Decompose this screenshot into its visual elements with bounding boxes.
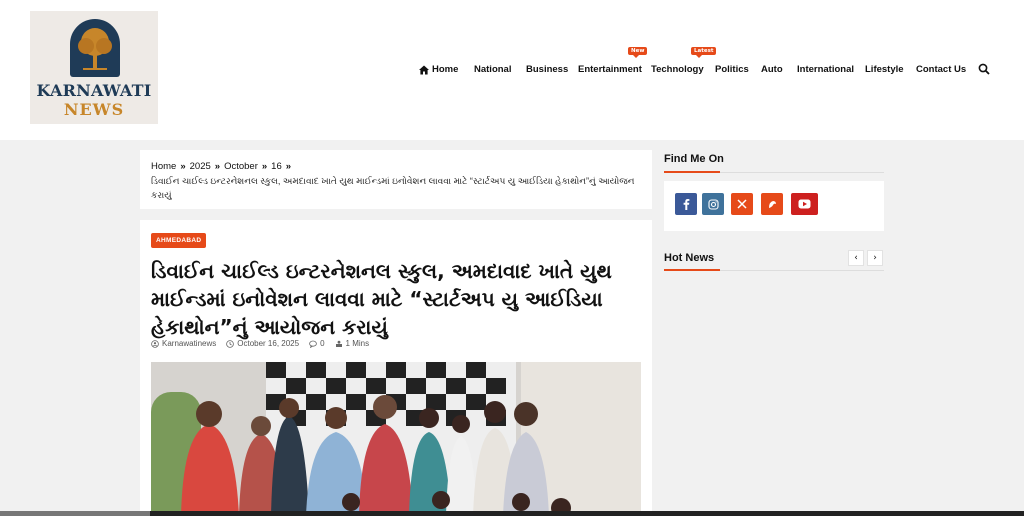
find-me-on-divider (664, 171, 884, 173)
hot-news-prev-button[interactable]: ‹ (848, 250, 864, 266)
kooapp-icon[interactable] (761, 193, 783, 215)
article-featured-image[interactable] (151, 362, 641, 516)
nav-item-business[interactable]: Business (526, 64, 568, 75)
nav-item-politics[interactable]: Politics (715, 64, 749, 75)
comment-count: 0 (320, 339, 325, 348)
clock-icon (226, 339, 235, 348)
nav-item-entertainment[interactable]: New Entertainment (578, 47, 648, 75)
youtube-icon[interactable] (791, 193, 818, 215)
breadcrumb-separator: » (214, 161, 221, 172)
breadcrumb-separator: » (180, 161, 186, 172)
bottom-scroll-bar (0, 511, 1024, 516)
author-name: Karnawatinews (162, 339, 217, 348)
reading-icon (335, 340, 342, 347)
read-time: 1 Mins (345, 339, 370, 348)
social-links (664, 181, 884, 231)
breadcrumb-home[interactable]: Home (151, 161, 176, 172)
author-meta[interactable]: Karnawatinews (151, 339, 216, 348)
facebook-icon[interactable] (675, 193, 697, 215)
breadcrumb-current: ડિવાઈન ચાઈલ્ડ ઇન્ટરનેશનલ સ્કુલ, અમદાવાદ … (151, 176, 635, 200)
nav-label: Lifestyle (865, 64, 904, 75)
nav-label: International (797, 64, 855, 75)
logo-text-news: NEWS (63, 100, 125, 119)
article-meta: Karnawatinews October 16, 2025 0 1 Mins (151, 339, 379, 348)
chevron-left-icon: ‹ (854, 253, 858, 263)
nav-item-contact-us[interactable]: Contact Us (916, 64, 966, 75)
site-header: KARNAWATI NEWS Home National Business Ne… (0, 0, 1024, 140)
nav-item-national[interactable]: National (474, 64, 511, 75)
nav-label: Contact Us (916, 64, 967, 75)
read-time-meta: 1 Mins (335, 339, 370, 348)
home-icon (419, 65, 429, 74)
article-title: ડિવાઈન ચાઈલ્ડ ઇન્ટરનેશનલ સ્કુલ, અમદાવાદ … (151, 259, 612, 339)
nav-label: Entertainment (578, 64, 642, 75)
search-icon[interactable] (978, 63, 990, 75)
instagram-icon[interactable] (702, 193, 724, 215)
hot-news-next-button[interactable]: › (867, 250, 883, 266)
nav-label: Business (526, 64, 569, 75)
nav-label: National (474, 64, 512, 75)
tree-logo-icon (70, 19, 120, 77)
article-card: AHMEDABAD ડિવાઈન ચાઈલ્ડ ઇન્ટરનેશનલ સ્કુલ… (140, 220, 652, 516)
latest-badge: Latest (691, 47, 717, 58)
nav-item-auto[interactable]: Auto (761, 64, 783, 75)
breadcrumb-separator: » (261, 161, 268, 172)
new-badge: New (628, 47, 648, 58)
nav-item-lifestyle[interactable]: Lifestyle (865, 64, 904, 75)
breadcrumb-separator: » (285, 161, 292, 172)
hot-news-heading: Hot News (664, 252, 715, 264)
comment-icon (309, 340, 317, 348)
breadcrumb: Home» 2025» October» 16» ડિવાઈન ચાઈલ્ડ ઇન્ટ… (140, 150, 652, 209)
find-me-on-heading: Find Me On (664, 153, 724, 165)
breadcrumb-day[interactable]: 16 (271, 161, 282, 172)
breadcrumb-month[interactable]: October (224, 161, 258, 172)
hot-news-divider (664, 269, 884, 271)
nav-item-home[interactable]: Home (419, 64, 458, 75)
nav-item-international[interactable]: International (797, 64, 854, 75)
user-icon (151, 339, 159, 348)
date-meta[interactable]: October 16, 2025 (226, 339, 299, 348)
chevron-right-icon: › (873, 253, 877, 263)
nav-label: Technology (651, 64, 704, 75)
nav-label: Politics (715, 64, 749, 75)
nav-item-technology[interactable]: Latest Technology (651, 47, 717, 75)
category-badge[interactable]: AHMEDABAD (151, 233, 207, 248)
group-people-graphic (181, 395, 571, 516)
breadcrumb-year[interactable]: 2025 (190, 161, 211, 172)
x-twitter-icon[interactable] (731, 193, 753, 215)
logo-text-karnawati: KARNAWATI (36, 81, 152, 100)
publish-date: October 16, 2025 (237, 339, 300, 348)
comments-meta[interactable]: 0 (309, 339, 325, 348)
nav-label: Auto (761, 64, 783, 75)
site-logo[interactable]: KARNAWATI NEWS (30, 11, 158, 124)
nav-label: Home (432, 64, 459, 75)
